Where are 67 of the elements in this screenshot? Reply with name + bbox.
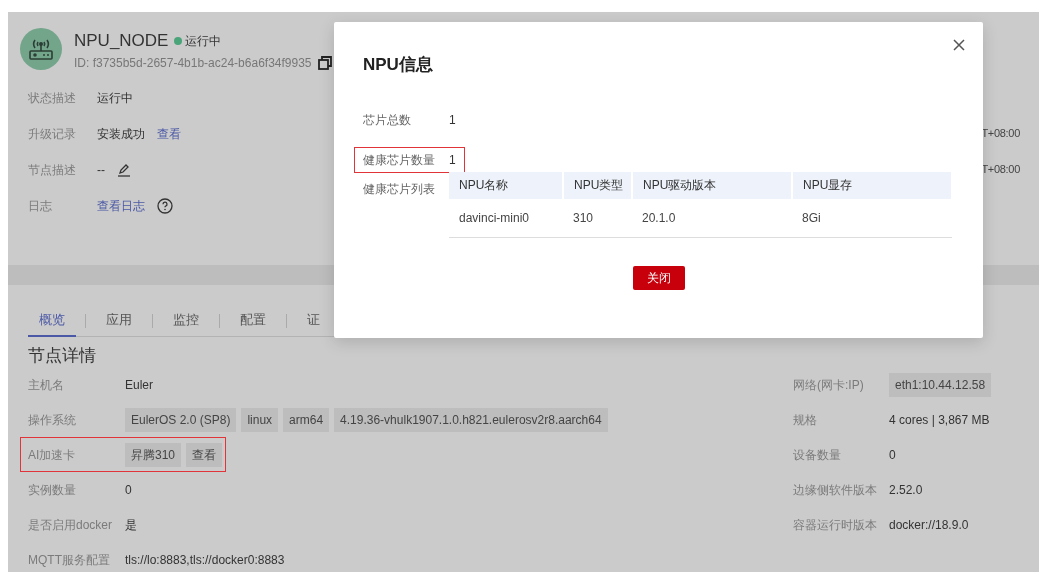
table-cell: davinci-mini0 <box>449 198 563 238</box>
field-label: 规格 <box>793 411 818 429</box>
tab[interactable]: 概览 <box>28 309 76 337</box>
field-value: tls://lo:8883,tls://docker0:8883 <box>125 551 285 569</box>
field-value: 1 <box>449 111 456 129</box>
tag: 4.19.36-vhulk1907.1.0.h821.eulerosv2r8.aarch64 <box>334 407 608 432</box>
field-value: 0 <box>889 446 896 464</box>
field-label: 状态描述 <box>28 89 77 107</box>
view-link[interactable]: 查看日志 <box>97 196 145 215</box>
tag: linux <box>241 407 279 432</box>
help-icon[interactable] <box>157 197 173 214</box>
field-value: 安装成功 <box>97 125 145 143</box>
field-label: 健康芯片数量 <box>363 151 436 169</box>
field-label: 设备数量 <box>793 446 842 464</box>
tag: EulerOS 2.0 (SP8) <box>125 407 237 432</box>
field-value: 运行中 <box>97 89 133 107</box>
node-id: ID: f3735b5d-2657-4b1b-ac24-b6a6f34f9935 <box>74 54 312 72</box>
dialog-title: NPU信息 <box>363 54 434 76</box>
column-header: NPU显存 <box>792 171 952 199</box>
field-label: MQTT服务配置 <box>28 551 111 569</box>
field-value: 0 <box>125 481 132 499</box>
field-value: 1 <box>449 151 456 169</box>
field-label: 升级记录 <box>28 125 77 143</box>
tab[interactable]: 证 <box>296 309 331 337</box>
column-header: NPU驱动版本 <box>632 171 792 199</box>
field-label: 健康芯片列表 <box>363 180 436 198</box>
tab[interactable]: 配置 <box>229 309 277 337</box>
tag: arm64 <box>283 407 330 432</box>
section-title: 节点详情 <box>28 345 97 367</box>
status-dot <box>174 36 183 45</box>
field-label: 日志 <box>28 197 53 215</box>
tab[interactable]: 监控 <box>162 309 210 337</box>
node-icon <box>20 28 62 70</box>
field-label: 边缘侧软件版本 <box>793 481 878 499</box>
close-icon[interactable] <box>953 39 965 51</box>
view-link[interactable]: 查看 <box>157 124 181 143</box>
field-label: 网络(网卡:IP) <box>793 376 865 394</box>
table-cell: 20.1.0 <box>632 198 792 238</box>
field-label: 主机名 <box>28 376 65 394</box>
field-label: AI加速卡 <box>28 446 77 464</box>
field-label: 节点描述 <box>28 161 77 179</box>
field-value: 2.52.0 <box>889 481 923 499</box>
field-value: -- <box>97 161 105 179</box>
field-label: 芯片总数 <box>363 111 412 129</box>
close-button[interactable]: 关闭 <box>632 266 685 290</box>
field-label: 是否启用docker <box>28 516 114 534</box>
table-cell: 310 <box>563 198 632 238</box>
copy-icon[interactable] <box>317 55 332 70</box>
field-value: Euler <box>125 376 153 394</box>
time-text: T+08:00 <box>981 126 1020 142</box>
status-text: 运行中 <box>185 32 222 50</box>
field-value: docker://18.9.0 <box>889 516 969 534</box>
field-label: 操作系统 <box>28 411 77 429</box>
edit-icon[interactable] <box>117 162 131 177</box>
tag: 昇腾310 <box>125 442 182 467</box>
column-header: NPU名称 <box>449 171 563 199</box>
table-cell: 8Gi <box>792 198 952 238</box>
tab[interactable]: 应用 <box>95 309 143 337</box>
field-value: 4 cores | 3,867 MB <box>889 411 990 429</box>
node-name: NPU_NODE <box>74 30 169 52</box>
field-label: 容器运行时版本 <box>793 516 878 534</box>
field-value: 是 <box>125 516 137 534</box>
view-link[interactable]: 查看 <box>186 442 223 467</box>
tag: eth1:10.44.12.58 <box>889 372 992 397</box>
column-header: NPU类型 <box>563 171 632 199</box>
time-text: T+08:00 <box>981 162 1020 178</box>
field-label: 实例数量 <box>28 481 77 499</box>
